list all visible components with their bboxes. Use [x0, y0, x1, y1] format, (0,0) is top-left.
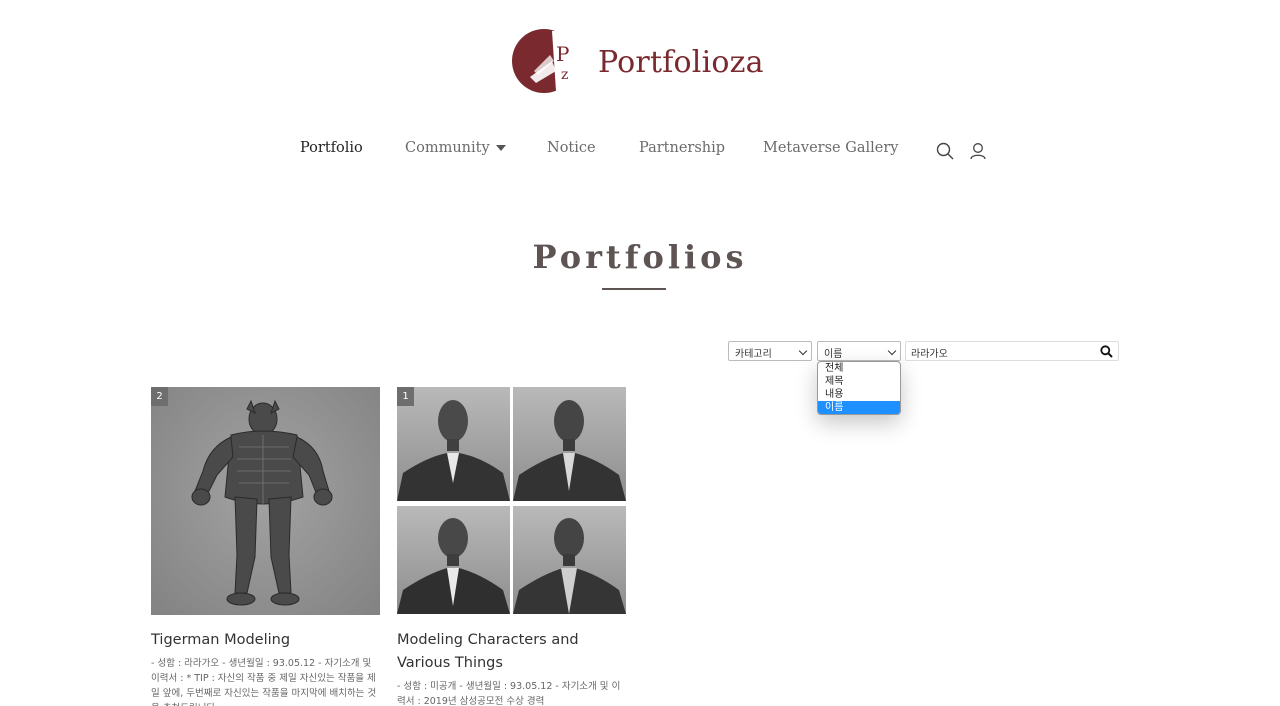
brand-logo[interactable]: P z Portfolioza — [512, 27, 764, 97]
portfolio-title[interactable]: Modeling Characters and Various Things — [397, 629, 627, 675]
nav-item-community-label: Community — [405, 140, 490, 156]
field-select-value: 이름 — [824, 349, 843, 360]
category-select-value: 카테고리 — [735, 349, 772, 360]
brand-logo-icon: P z — [512, 27, 578, 97]
character-render-tile — [513, 387, 626, 501]
main-nav: Portfolio Community Notice Partnership M… — [0, 140, 1280, 164]
dropdown-option-title[interactable]: 제목 — [818, 375, 900, 388]
nav-item-partnership[interactable]: Partnership — [639, 140, 725, 156]
dropdown-option-content[interactable]: 내용 — [818, 388, 900, 401]
portfolio-card[interactable]: 1 Modeling Characters and Various Things… — [397, 387, 627, 706]
category-select[interactable]: 카테고리 — [728, 341, 812, 361]
nav-item-metaverse-gallery[interactable]: Metaverse Gallery — [763, 140, 898, 156]
dropdown-option-name[interactable]: 이름 — [818, 401, 900, 414]
caret-down-icon — [495, 145, 506, 151]
field-select-dropdown: 전체 제목 내용 이름 — [817, 361, 901, 415]
character-render-tile — [513, 506, 626, 614]
portfolio-count-badge: 1 — [397, 387, 414, 406]
search-submit-icon[interactable] — [1100, 345, 1113, 358]
nav-item-community[interactable]: Community — [405, 140, 506, 156]
portfolio-description: - 성함 : 라라가오 - 생년월일 : 93.05.12 - 자기소개 및 이… — [151, 658, 377, 706]
field-select[interactable]: 이름 — [817, 341, 901, 361]
portfolio-card[interactable]: 2 Tigerman Modeling - 성함 : 라라가오 - 생년월일 :… — [151, 387, 381, 706]
dropdown-option-all[interactable]: 전체 — [818, 362, 900, 375]
search-query-input[interactable]: 라라가오 — [905, 341, 1119, 361]
tigerman-model-image — [191, 399, 333, 606]
nav-item-portfolio[interactable]: Portfolio — [300, 140, 363, 156]
page-title: Portfolios — [532, 238, 748, 276]
thumbnail-grid — [397, 387, 626, 615]
svg-text:z: z — [561, 67, 568, 83]
chevron-down-icon — [798, 346, 808, 356]
character-render-tile — [397, 506, 510, 614]
search-icon[interactable] — [936, 142, 954, 160]
user-icon[interactable] — [969, 142, 987, 160]
nav-item-notice[interactable]: Notice — [547, 140, 596, 156]
portfolio-thumbnail[interactable]: 1 — [397, 387, 626, 615]
chevron-down-icon — [887, 346, 897, 356]
title-divider — [602, 288, 666, 290]
svg-text:P: P — [556, 42, 569, 66]
portfolio-title[interactable]: Tigerman Modeling — [151, 629, 381, 652]
portfolio-thumbnail[interactable]: 2 — [151, 387, 380, 615]
portfolio-description: - 성함 : 미공개 - 생년월일 : 93.05.12 - 자기소개 및 이력… — [397, 681, 621, 706]
brand-name: Portfolioza — [598, 44, 764, 80]
portfolio-count-badge: 2 — [151, 387, 168, 406]
